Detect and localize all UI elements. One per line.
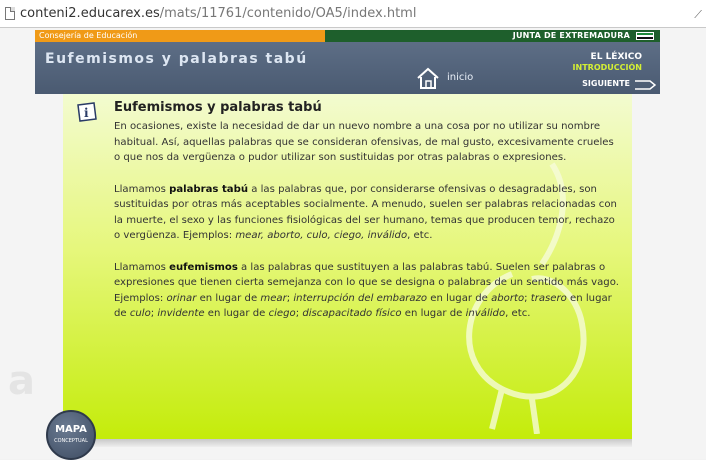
next-button[interactable]: SIGUIENTE <box>582 79 630 88</box>
content-title: Eufemismos y palabras tabú <box>114 100 322 115</box>
header-bar: Eufemismos y palabras tabú inicio EL LÉX… <box>35 42 660 94</box>
url-text[interactable]: conteni2.educarex.es/mats/11761/contenid… <box>20 6 416 21</box>
content-panel: i Eufemismos y palabras tabú En ocasione… <box>63 94 632 439</box>
url-path: /mats/11761/contenido/OA5/index.html <box>159 6 417 21</box>
home-icon[interactable] <box>415 66 441 90</box>
top-strip: Consejería de Educación JUNTA DE EXTREMA… <box>35 30 660 42</box>
info-icon: i <box>77 102 97 122</box>
svg-text:i: i <box>84 106 89 120</box>
header-title: Eufemismos y palabras tabú <box>45 51 308 67</box>
home-link[interactable]: inicio <box>447 72 473 83</box>
content-text: En ocasiones, existe la necesidad de dar… <box>114 119 619 338</box>
subsection-label: INTRODUCCIÓN <box>572 63 642 72</box>
junta-label: JUNTA DE EXTREMADURA <box>512 31 630 40</box>
address-bar[interactable]: conteni2.educarex.es/mats/11761/contenid… <box>0 0 706 28</box>
compatibility-icon[interactable]: ⟋ <box>694 8 702 22</box>
mapa-conceptual-button[interactable]: MAPA CONCEPTUAL <box>46 410 96 460</box>
consejeria-label: Consejería de Educación <box>39 31 138 40</box>
mapa-sublabel: CONCEPTUAL <box>54 438 88 444</box>
url-host: conteni2.educarex.es <box>20 6 160 21</box>
app-frame: Consejería de Educación JUNTA DE EXTREMA… <box>35 30 660 460</box>
paragraph-palabras-tabu: Llamamos palabras tabú a las palabras qu… <box>114 183 617 242</box>
section-label: EL LÉXICO <box>590 52 642 62</box>
flag-icon <box>636 32 654 40</box>
next-arrow-icon[interactable] <box>634 78 656 90</box>
panel-shadow <box>63 439 632 447</box>
mapa-label: MAPA <box>55 424 87 435</box>
page-icon <box>5 7 15 20</box>
background-decoration: a <box>8 358 35 404</box>
paragraph-intro: En ocasiones, existe la necesidad de dar… <box>114 121 614 163</box>
paragraph-eufemismos: Llamamos eufemismos a las palabras que s… <box>114 261 619 320</box>
